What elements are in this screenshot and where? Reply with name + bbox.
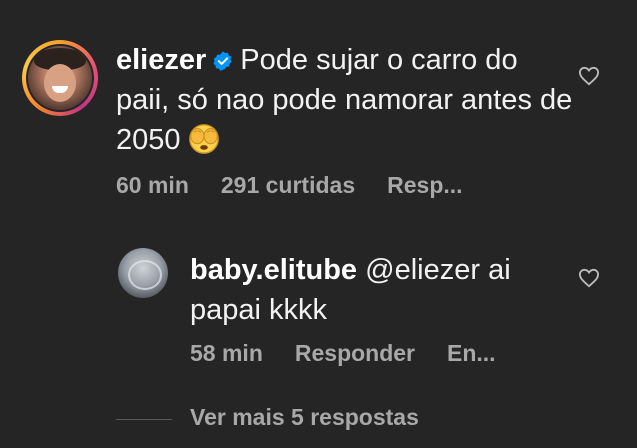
reply-reply-button[interactable]: Responder xyxy=(295,340,415,366)
like-heart-icon[interactable] xyxy=(578,66,600,86)
comment-username[interactable]: eliezer xyxy=(116,44,206,76)
reply-avatar[interactable] xyxy=(118,248,168,298)
reply-meta: 58 min Responder En... xyxy=(190,340,496,367)
see-no-evil-face-emoji xyxy=(188,124,219,154)
reply-time: 58 min xyxy=(190,340,263,366)
comment-meta: 60 min 291 curtidas Resp... xyxy=(116,172,463,199)
reply-body: baby.elitube @eliezer ai papai kkkk xyxy=(190,250,570,330)
divider-line xyxy=(116,419,172,420)
avatar[interactable] xyxy=(28,46,92,110)
reply-button[interactable]: Resp... xyxy=(387,172,462,198)
comments-thread: eliezer Pode sujar o carro do paii, só n… xyxy=(0,0,637,448)
reply-like-heart-icon[interactable] xyxy=(578,268,600,288)
reply-username[interactable]: baby.elitube xyxy=(190,254,357,286)
comment-time: 60 min xyxy=(116,172,189,198)
view-more-replies-button[interactable]: Ver mais 5 respostas xyxy=(190,404,419,431)
reply-send-button[interactable]: En... xyxy=(447,340,496,366)
comment-likes[interactable]: 291 curtidas xyxy=(221,172,355,198)
verified-badge-icon xyxy=(213,51,232,71)
reply-mention[interactable]: @eliezer xyxy=(365,254,480,286)
comment-body: eliezer Pode sujar o carro do paii, só n… xyxy=(116,40,576,160)
